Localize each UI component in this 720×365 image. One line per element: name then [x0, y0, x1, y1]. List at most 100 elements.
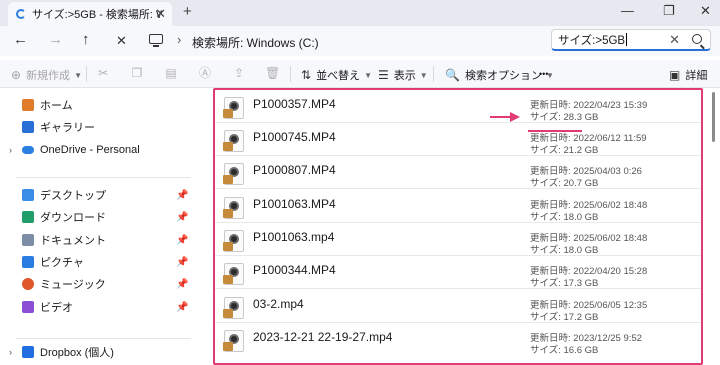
- maximize-button[interactable]: ❐: [663, 3, 675, 19]
- video-file-icon: [223, 330, 244, 352]
- back-button[interactable]: ←: [13, 31, 28, 48]
- pin-icon[interactable]: 📌: [176, 257, 188, 268]
- video-file-icon: [223, 230, 244, 252]
- search-input[interactable]: サイズ:>5GB ✕: [551, 29, 711, 51]
- list-item[interactable]: P1001063.mp4 更新日時: 2025/06/02 18:48 サイズ:…: [215, 223, 701, 256]
- size-label: サイズ:: [530, 112, 561, 123]
- stop-button[interactable]: ✕: [116, 33, 127, 49]
- chevron-down-icon: ▼: [364, 70, 372, 80]
- pin-icon[interactable]: 📌: [176, 235, 188, 246]
- search-options-button[interactable]: 🔍 検索オプション ▼: [445, 67, 554, 83]
- list-item[interactable]: P1000344.MP4 更新日時: 2022/04/20 15:28 サイズ:…: [215, 256, 701, 289]
- more-options-button[interactable]: •••: [539, 69, 548, 79]
- rename-icon[interactable]: Ⓐ: [198, 66, 212, 80]
- sidebar-item-music[interactable]: ミュージック 📌: [0, 273, 200, 295]
- sidebar-item-label: ピクチャ: [40, 257, 84, 269]
- sidebar-item-pictures[interactable]: ピクチャ 📌: [0, 251, 200, 273]
- sidebar-item-label: ミュージック: [40, 279, 106, 291]
- documents-icon: [22, 234, 34, 246]
- forward-button[interactable]: →: [48, 31, 63, 48]
- navigation-pane: ホーム ギャラリー › OneDrive - Personal デスクトップ 📌…: [0, 89, 200, 365]
- delete-icon[interactable]: 🗑: [265, 66, 280, 80]
- close-window-button[interactable]: ✕: [700, 3, 711, 19]
- title-bar: サイズ:>5GB - 検索場所: Windows (C:) ✕ + — ❐ ✕: [0, 0, 720, 26]
- this-pc-icon[interactable]: [149, 34, 163, 47]
- pin-icon[interactable]: 📌: [176, 279, 188, 290]
- expand-chevron-icon[interactable]: ›: [9, 145, 12, 155]
- sidebar-item-downloads[interactable]: ダウンロード 📌: [0, 206, 200, 228]
- command-bar: ⊕ 新規作成 ▼ ✂ ❐ ▤ Ⓐ ⇪ 🗑 ⇅ 並べ替え ▼ ☰ 表示 ▼ 🔍 検…: [0, 60, 720, 88]
- view-icon: ☰: [378, 68, 389, 82]
- new-label: 新規作成: [26, 70, 71, 82]
- divider: [86, 66, 87, 82]
- up-button[interactable]: ↑: [82, 31, 90, 48]
- divider: [433, 66, 434, 82]
- copy-icon[interactable]: ❐: [130, 66, 144, 80]
- sidebar-item-label: デスクトップ: [40, 190, 106, 202]
- list-item[interactable]: P1000807.MP4 更新日時: 2025/04/03 0:26 サイズ: …: [215, 156, 701, 189]
- file-name: P1000357.MP4: [253, 97, 336, 111]
- sidebar-item-documents[interactable]: ドキュメント 📌: [0, 229, 200, 251]
- pin-icon[interactable]: 📌: [176, 302, 188, 313]
- size-label: サイズ:: [530, 212, 561, 223]
- paste-icon[interactable]: ▤: [164, 66, 178, 80]
- view-label: 表示: [393, 70, 416, 82]
- new-button[interactable]: ⊕ 新規作成 ▼: [11, 67, 82, 83]
- tab-active[interactable]: サイズ:>5GB - 検索場所: Windows (C:) ✕: [8, 2, 172, 26]
- sidebar-item-home[interactable]: ホーム: [0, 94, 200, 116]
- search-input-value: サイズ:>5GB: [558, 34, 626, 47]
- sidebar-item-videos[interactable]: ビデオ 📌: [0, 296, 200, 318]
- pin-icon[interactable]: 📌: [176, 190, 188, 201]
- music-icon: [22, 278, 34, 290]
- list-item[interactable]: P1000745.MP4 更新日時: 2022/06/12 11:59 サイズ:…: [215, 123, 701, 156]
- file-name: 2023-12-21 22-19-27.mp4: [253, 330, 393, 344]
- share-icon[interactable]: ⇪: [232, 66, 246, 80]
- cut-icon[interactable]: ✂: [96, 66, 110, 80]
- loading-spinner-icon: [16, 9, 26, 19]
- size-label: サイズ:: [530, 245, 561, 256]
- view-button[interactable]: ☰ 表示 ▼: [378, 67, 428, 83]
- breadcrumb[interactable]: 検索場所: Windows (C:): [192, 34, 319, 51]
- sidebar-item-onedrive[interactable]: › OneDrive - Personal: [0, 139, 200, 161]
- address-row: ← → ↑ ✕ › 検索場所: Windows (C:) サイズ:>5GB ✕: [0, 26, 720, 56]
- tab-close-icon[interactable]: ✕: [155, 6, 166, 22]
- divider: [290, 66, 291, 82]
- sort-button[interactable]: ⇅ 並べ替え ▼: [301, 67, 372, 83]
- file-name: P1000745.MP4: [253, 130, 336, 144]
- video-file-icon: [223, 97, 244, 119]
- list-item[interactable]: P1001063.MP4 更新日時: 2025/06/02 18:48 サイズ:…: [215, 190, 701, 223]
- file-name: P1001063.MP4: [253, 197, 336, 211]
- minimize-button[interactable]: —: [621, 3, 634, 18]
- list-item[interactable]: 2023-12-21 22-19-27.mp4 更新日時: 2023/12/25…: [215, 323, 701, 356]
- details-button[interactable]: ▣ 詳細: [669, 67, 707, 83]
- size-value: 28.3 GB: [563, 112, 599, 123]
- tab-title: サイズ:>5GB - 検索場所: Windows (C:): [32, 9, 162, 21]
- chevron-down-icon: ▼: [74, 70, 82, 80]
- sidebar-item-gallery[interactable]: ギャラリー: [0, 116, 200, 138]
- size-value: 21.2 GB: [563, 145, 599, 156]
- breadcrumb-chevron-icon[interactable]: ›: [177, 32, 181, 47]
- sidebar-item-desktop[interactable]: デスクトップ 📌: [0, 184, 200, 206]
- scrollbar[interactable]: [712, 92, 715, 142]
- search-clear-icon[interactable]: ✕: [669, 32, 680, 48]
- new-tab-button[interactable]: +: [183, 3, 192, 20]
- pin-icon[interactable]: 📌: [176, 212, 188, 223]
- video-file-icon: [223, 263, 244, 285]
- sidebar-item-label: ビデオ: [40, 302, 73, 314]
- size-label: サイズ:: [530, 278, 561, 289]
- pictures-icon: [22, 256, 34, 268]
- file-size: サイズ: 17.3 GB: [530, 275, 598, 289]
- size-value: 18.0 GB: [563, 245, 599, 256]
- video-file-icon: [223, 197, 244, 219]
- search-icon[interactable]: [692, 34, 702, 44]
- expand-chevron-icon[interactable]: ›: [9, 347, 12, 357]
- file-size: サイズ: 20.7 GB: [530, 175, 598, 189]
- size-value: 17.2 GB: [563, 312, 599, 323]
- size-value: 16.6 GB: [563, 345, 599, 356]
- sidebar-item-dropbox[interactable]: › Dropbox (個人): [0, 341, 200, 363]
- list-item[interactable]: P1000357.MP4 更新日時: 2022/04/23 15:39 サイズ:…: [215, 90, 701, 123]
- file-name: 03-2.mp4: [253, 297, 304, 311]
- file-name: P1001063.mp4: [253, 230, 335, 244]
- list-item[interactable]: 03-2.mp4 更新日時: 2025/06/05 12:35 サイズ: 17.…: [215, 290, 701, 323]
- desktop-icon: [22, 189, 34, 201]
